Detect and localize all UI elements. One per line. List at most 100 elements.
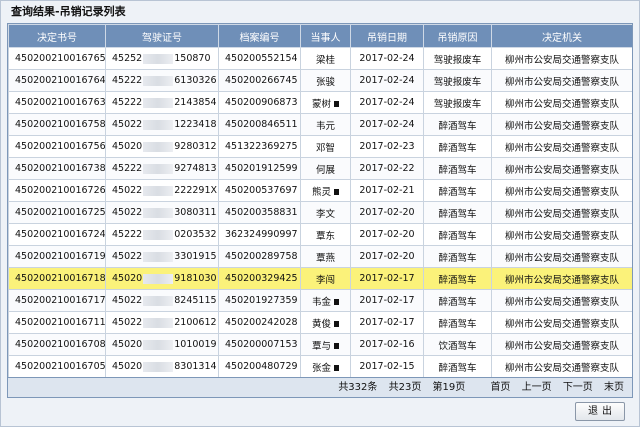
redaction-mark [334, 189, 339, 195]
table-row[interactable]: 450200210016708 45020 1010019 450200007153 覃… [8, 333, 632, 356]
cell-decision-no: 450200210016719 [8, 245, 106, 268]
column-header-decision-no[interactable]: 决定书号 [8, 24, 106, 48]
cell-file-no: 450200266745 [218, 69, 301, 92]
next-page-link[interactable]: 下一页 [563, 382, 593, 393]
first-page-link[interactable]: 首页 [490, 382, 510, 393]
cell-file-no: 450201912599 [218, 157, 301, 180]
column-header-license-no[interactable]: 驾驶证号 [105, 24, 219, 48]
redaction-blur [143, 251, 174, 262]
cell-date: 2017-02-20 [350, 245, 424, 268]
table-row[interactable]: 450200210016718 45020 9181030 450200329425 李… [8, 267, 632, 290]
license-prefix: 45020 [112, 339, 143, 350]
table-row[interactable]: 450200210016705 45020 8301314 450200480729 张… [8, 355, 632, 377]
cell-license-no: 45020 9181030 [105, 267, 219, 290]
cell-license-no: 45022 222291X [105, 179, 219, 202]
cell-reason: 驾驶报废车 [423, 47, 492, 70]
cell-decision-no: 450200210016718 [8, 267, 106, 290]
cell-file-no: 450200329425 [218, 267, 301, 290]
prev-page-link[interactable]: 上一页 [522, 382, 552, 393]
cell-decision-no: 450200210016726 [8, 179, 106, 202]
cell-party: 黄俊 [300, 311, 351, 334]
total-records: 共332条 [338, 382, 378, 393]
cell-party: 韦金 [300, 289, 351, 312]
redaction-blur [143, 97, 174, 108]
table-row[interactable]: 450200210016726 45022 222291X 450200537697 熊… [8, 179, 632, 202]
cell-reason: 醉酒驾车 [423, 245, 492, 268]
cell-decision-no: 450200210016725 [8, 201, 106, 224]
cell-license-no: 45020 9280312 [105, 135, 219, 158]
license-prefix: 45022 [112, 185, 143, 196]
table-row[interactable]: 450200210016765 45252 150870 450200552154 梁桂… [8, 47, 632, 70]
cell-date: 2017-02-24 [350, 91, 424, 114]
license-suffix: 2143854 [174, 97, 217, 108]
cell-decision-no: 450200210016717 [8, 289, 106, 312]
redaction-blur [143, 163, 174, 174]
window-title: 查询结果-吊销记录列表 [1, 1, 639, 23]
cell-file-no: 450200552154 [218, 47, 301, 70]
total-pages: 共23页 [388, 382, 422, 393]
license-prefix: 45020 [112, 273, 143, 284]
last-page-link[interactable]: 末页 [604, 382, 624, 393]
party-name: 何展 [315, 164, 335, 176]
redaction-mark [334, 101, 339, 107]
table-row[interactable]: 450200210016738 45222 9274813 450201912599 何… [8, 157, 632, 180]
cell-authority: 柳州市公安局交通警察支队 [491, 113, 632, 136]
cell-file-no: 450200906873 [218, 91, 301, 114]
cell-license-no: 45222 0203532 [105, 223, 219, 246]
cell-reason: 驾驶报废车 [423, 69, 492, 92]
cell-license-no: 45222 9274813 [105, 157, 219, 180]
cell-authority: 柳州市公安局交通警察支队 [491, 289, 632, 312]
table-row[interactable]: 450200210016711 45022 2100612 450200242028 黄… [8, 311, 632, 334]
license-prefix: 45022 [112, 251, 143, 262]
redaction-blur [143, 339, 174, 350]
license-suffix: 3301915 [174, 251, 217, 262]
cell-authority: 柳州市公安局交通警察支队 [491, 267, 632, 290]
license-suffix: 1010019 [174, 339, 217, 350]
cell-license-no: 45222 2143854 [105, 91, 219, 114]
table-row[interactable]: 450200210016756 45020 9280312 451322369275 邓… [8, 135, 632, 158]
cell-decision-no: 450200210016758 [8, 113, 106, 136]
table-row[interactable]: 450200210016717 45022 8245115 450201927359 韦… [8, 289, 632, 312]
cell-license-no: 45022 8245115 [105, 289, 219, 312]
cell-license-no: 45022 1223418 [105, 113, 219, 136]
table-row[interactable]: 450200210016764 45222 6130326 450200266745 张… [8, 69, 632, 92]
cell-license-no: 45020 8301314 [105, 355, 219, 377]
column-header-reason[interactable]: 吊销原因 [423, 24, 492, 48]
cell-authority: 柳州市公安局交通警察支队 [491, 157, 632, 180]
license-suffix: 9181030 [174, 273, 217, 284]
party-name: 梁桂 [315, 54, 335, 66]
cell-date: 2017-02-21 [350, 179, 424, 202]
cell-file-no: 450200846511 [218, 113, 301, 136]
license-prefix: 45222 [112, 229, 143, 240]
cell-reason: 醉酒驾车 [423, 267, 492, 290]
exit-button[interactable]: 退出 [575, 402, 625, 421]
redaction-mark [334, 321, 339, 327]
license-suffix: 1223418 [174, 119, 217, 130]
column-header-file-no[interactable]: 档案编号 [218, 24, 301, 48]
license-prefix: 45022 [112, 317, 143, 328]
cell-date: 2017-02-20 [350, 223, 424, 246]
cell-reason: 醉酒驾车 [423, 113, 492, 136]
table-row[interactable]: 450200210016758 45022 1223418 450200846511 韦… [8, 113, 632, 136]
cell-party: 覃与 [300, 333, 351, 356]
cell-decision-no: 450200210016764 [8, 69, 106, 92]
redaction-blur [143, 119, 174, 130]
cell-authority: 柳州市公安局交通警察支队 [491, 135, 632, 158]
party-name: 邓智 [315, 142, 335, 154]
redaction-mark [334, 365, 339, 371]
column-header-date[interactable]: 吊销日期 [350, 24, 424, 48]
cell-authority: 柳州市公安局交通警察支队 [491, 355, 632, 377]
table-row[interactable]: 450200210016724 45222 0203532 362324990997 覃… [8, 223, 632, 246]
cell-reason: 醉酒驾车 [423, 289, 492, 312]
table-header-row: 决定书号 驾驶证号 档案编号 当事人 吊销日期 吊销原因 决定机关 [8, 24, 632, 48]
table-row[interactable]: 450200210016763 45222 2143854 450200906873 蒙… [8, 91, 632, 114]
column-header-authority[interactable]: 决定机关 [491, 24, 632, 48]
table-row[interactable]: 450200210016725 45022 3080311 450200358831 李… [8, 201, 632, 224]
cell-date: 2017-02-24 [350, 47, 424, 70]
cell-file-no: 450200289758 [218, 245, 301, 268]
cell-file-no: 450200537697 [218, 179, 301, 202]
cell-decision-no: 450200210016738 [8, 157, 106, 180]
cell-authority: 柳州市公安局交通警察支队 [491, 47, 632, 70]
column-header-party[interactable]: 当事人 [300, 24, 351, 48]
table-row[interactable]: 450200210016719 45022 3301915 450200289758 覃… [8, 245, 632, 268]
